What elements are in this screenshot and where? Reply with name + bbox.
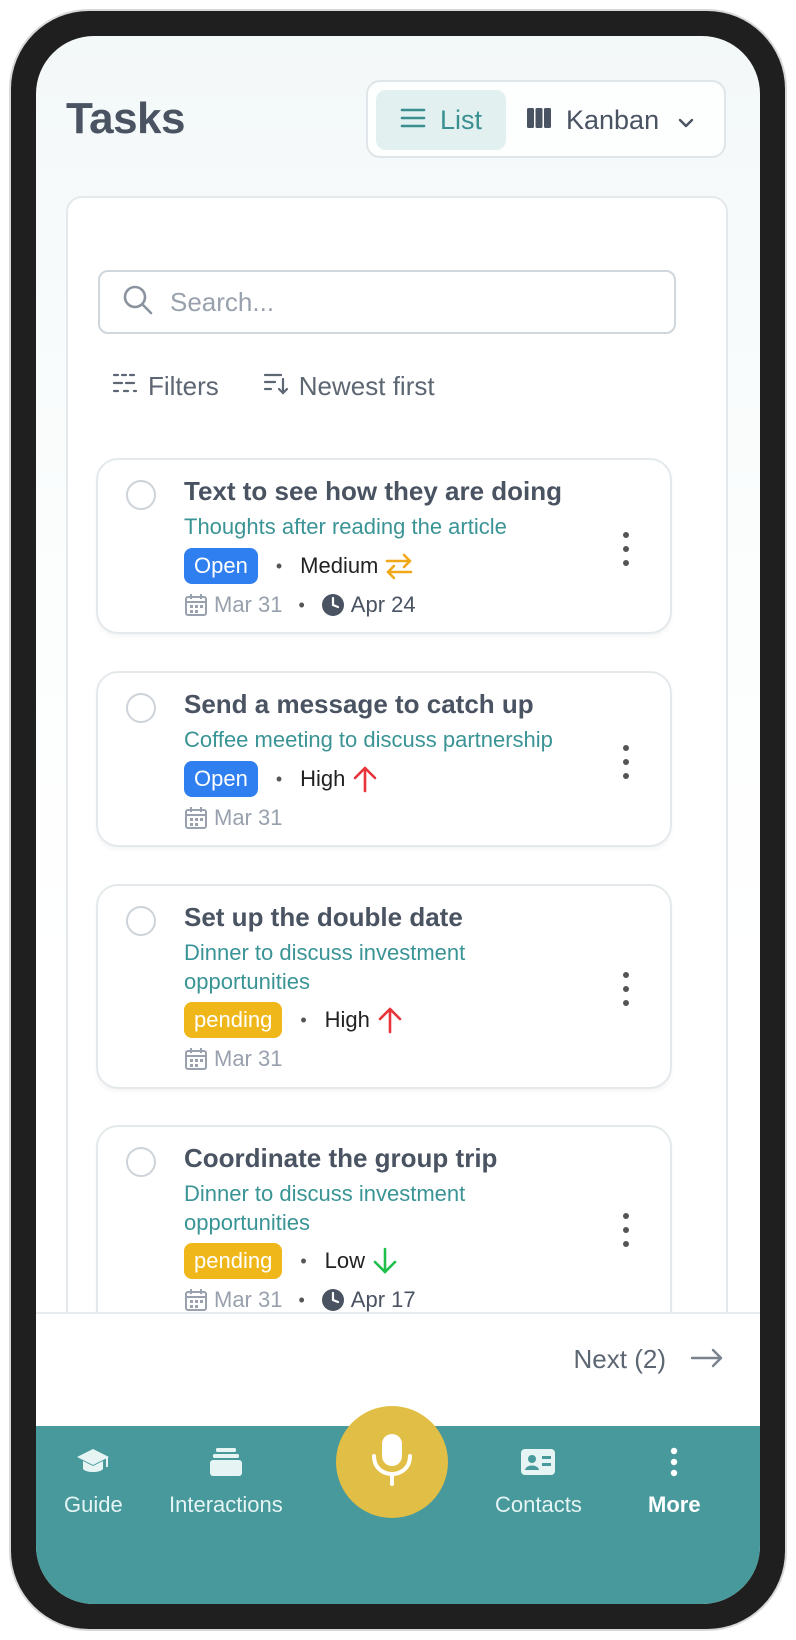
search-box [98,270,676,334]
task-meta: pending • High [184,1002,404,1038]
task-subtitle: Thoughts after reading the article [184,514,507,539]
filters-button[interactable]: Filters [112,370,219,403]
clock-icon [321,1288,345,1312]
sort-button[interactable]: Newest first [263,370,435,403]
nav-more-label: More [648,1492,701,1517]
priority-label: Medium [300,553,379,578]
task-dates: Mar 31 [184,805,282,831]
separator-dot: • [275,555,283,576]
task-subtitle: Dinner to discuss investment opportuniti… [184,1181,466,1235]
created-date: Mar 31 [214,805,283,830]
more-options-icon[interactable] [622,532,630,566]
filters-label: Filters [148,371,219,401]
task-checkbox[interactable] [126,1147,156,1177]
separator-dot: • [300,1250,307,1271]
view-switcher: List Kanban [366,80,726,158]
view-list-button[interactable]: List [376,90,506,150]
task-checkbox[interactable] [126,906,156,936]
task-title: Send a message to catch up [184,689,534,719]
separator-dot: • [298,594,305,615]
task-title: Coordinate the group trip [184,1143,498,1173]
nav-guide[interactable]: Guide [64,1446,123,1518]
view-list-label: List [440,104,483,135]
search-input[interactable] [170,286,650,318]
calendar-icon [184,593,208,617]
priority-label: Low [324,1248,365,1273]
task-toolbar: Filters Newest first [112,370,435,403]
task-checkbox[interactable] [126,480,156,510]
arrow-up-icon [351,765,379,793]
more-options-icon[interactable] [622,745,630,779]
priority-label: High [324,1007,370,1032]
nav-contacts-label: Contacts [495,1492,582,1517]
microphone-icon [370,1432,414,1493]
voice-record-button[interactable] [336,1406,448,1518]
nav-guide-label: Guide [64,1492,123,1517]
list-icon [400,105,426,136]
separator-dot: • [275,768,283,789]
task-meta: pending • Low [184,1243,399,1279]
priority-label: High [300,766,346,791]
more-options-icon[interactable] [622,1213,630,1247]
status-badge: Open [184,761,258,797]
kanban-icon [526,105,552,136]
clock-icon [321,593,345,617]
task-meta: Open • High [184,761,379,797]
task-title: Set up the double date [184,902,463,932]
task-checkbox[interactable] [126,693,156,723]
more-options-icon[interactable] [622,972,630,1006]
sort-label: Newest first [298,371,435,401]
nav-interactions-label: Interactions [169,1492,283,1517]
nav-more[interactable]: More [648,1446,701,1518]
nav-interactions[interactable]: Interactions [169,1446,283,1518]
page-title: Tasks [66,94,186,143]
search-icon [122,284,154,321]
arrow-down-icon [371,1247,399,1275]
task-meta: Open • Medium [184,548,414,584]
sort-icon [263,370,289,403]
task-subtitle: Coffee meeting to discuss partnership [184,727,553,752]
due-date: Apr 17 [350,1287,416,1312]
nav-contacts[interactable]: Contacts [495,1446,582,1518]
view-kanban-label: Kanban [566,104,660,135]
due-date: Apr 24 [350,592,416,617]
status-badge: pending [184,1002,283,1038]
calendar-icon [184,1047,208,1071]
created-date: Mar 31 [214,592,283,617]
next-page-button[interactable]: Next (2) [574,1344,724,1375]
calendar-icon [184,806,208,830]
app-screen: Tasks List Kanban Search... Filters Newe… [36,36,760,1604]
next-page-label: Next (2) [573,1344,666,1374]
status-badge: Open [184,548,258,584]
stack-icon [208,1446,244,1484]
sliders-icon [112,370,138,403]
task-dates: Mar 31 • Apr 24 [184,592,416,618]
task-card[interactable]: Text to see how they are doing Thoughts … [96,458,672,634]
separator-dot: • [300,1009,307,1030]
view-kanban-dropdown[interactable]: Kanban [526,90,695,150]
task-dates: Mar 31 [184,1046,282,1072]
task-subtitle: Dinner to discuss investment opportuniti… [184,940,466,994]
graduation-cap-icon [76,1446,110,1484]
task-title: Text to see how they are doing [184,476,563,506]
contact-card-icon [520,1446,556,1484]
task-panel: Filters Newest first Text to see how the… [66,196,728,1396]
task-card[interactable]: Set up the double date Dinner to discuss… [96,884,672,1089]
created-date: Mar 31 [214,1287,283,1312]
separator-dot: • [298,1289,305,1310]
swap-arrows-icon [384,552,414,580]
status-badge: pending [184,1243,283,1279]
chevron-down-icon [677,105,695,136]
created-date: Mar 31 [214,1046,283,1071]
calendar-icon [184,1288,208,1312]
task-dates: Mar 31 • Apr 17 [184,1287,416,1313]
arrow-up-icon [376,1006,404,1034]
more-vertical-icon [669,1446,679,1484]
task-card[interactable]: Send a message to catch up Coffee meetin… [96,671,672,847]
arrow-right-icon [690,1344,724,1375]
